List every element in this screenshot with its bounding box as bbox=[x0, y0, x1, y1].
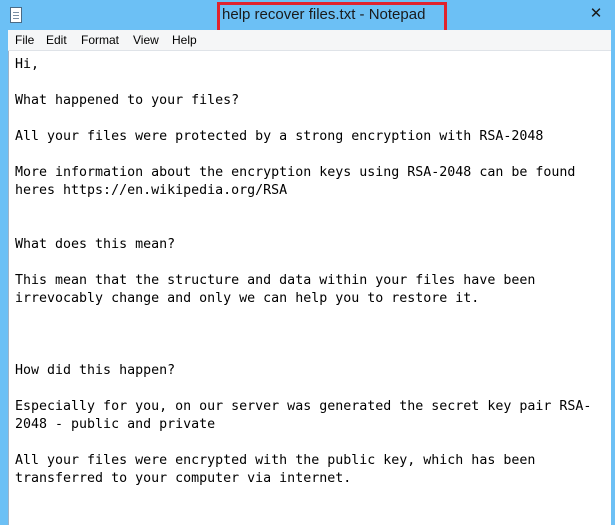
menu-help[interactable]: Help bbox=[172, 33, 197, 47]
notepad-window: help recover files.txt - Notepad ✕ File … bbox=[0, 0, 615, 525]
window-title: help recover files.txt - Notepad bbox=[222, 6, 426, 23]
menu-edit[interactable]: Edit bbox=[46, 33, 67, 47]
menu-format[interactable]: Format bbox=[81, 33, 119, 47]
close-icon[interactable]: ✕ bbox=[580, 1, 612, 25]
notepad-icon[interactable] bbox=[10, 7, 22, 23]
menu-file[interactable]: File bbox=[15, 33, 34, 47]
document-text[interactable]: Hi, What happened to your files? All you… bbox=[15, 56, 605, 488]
menu-view[interactable]: View bbox=[133, 33, 159, 47]
title-bar[interactable]: help recover files.txt - Notepad ✕ bbox=[0, 0, 615, 30]
menu-bar: File Edit Format View Help bbox=[8, 30, 611, 51]
text-editor[interactable]: Hi, What happened to your files? All you… bbox=[8, 51, 611, 525]
